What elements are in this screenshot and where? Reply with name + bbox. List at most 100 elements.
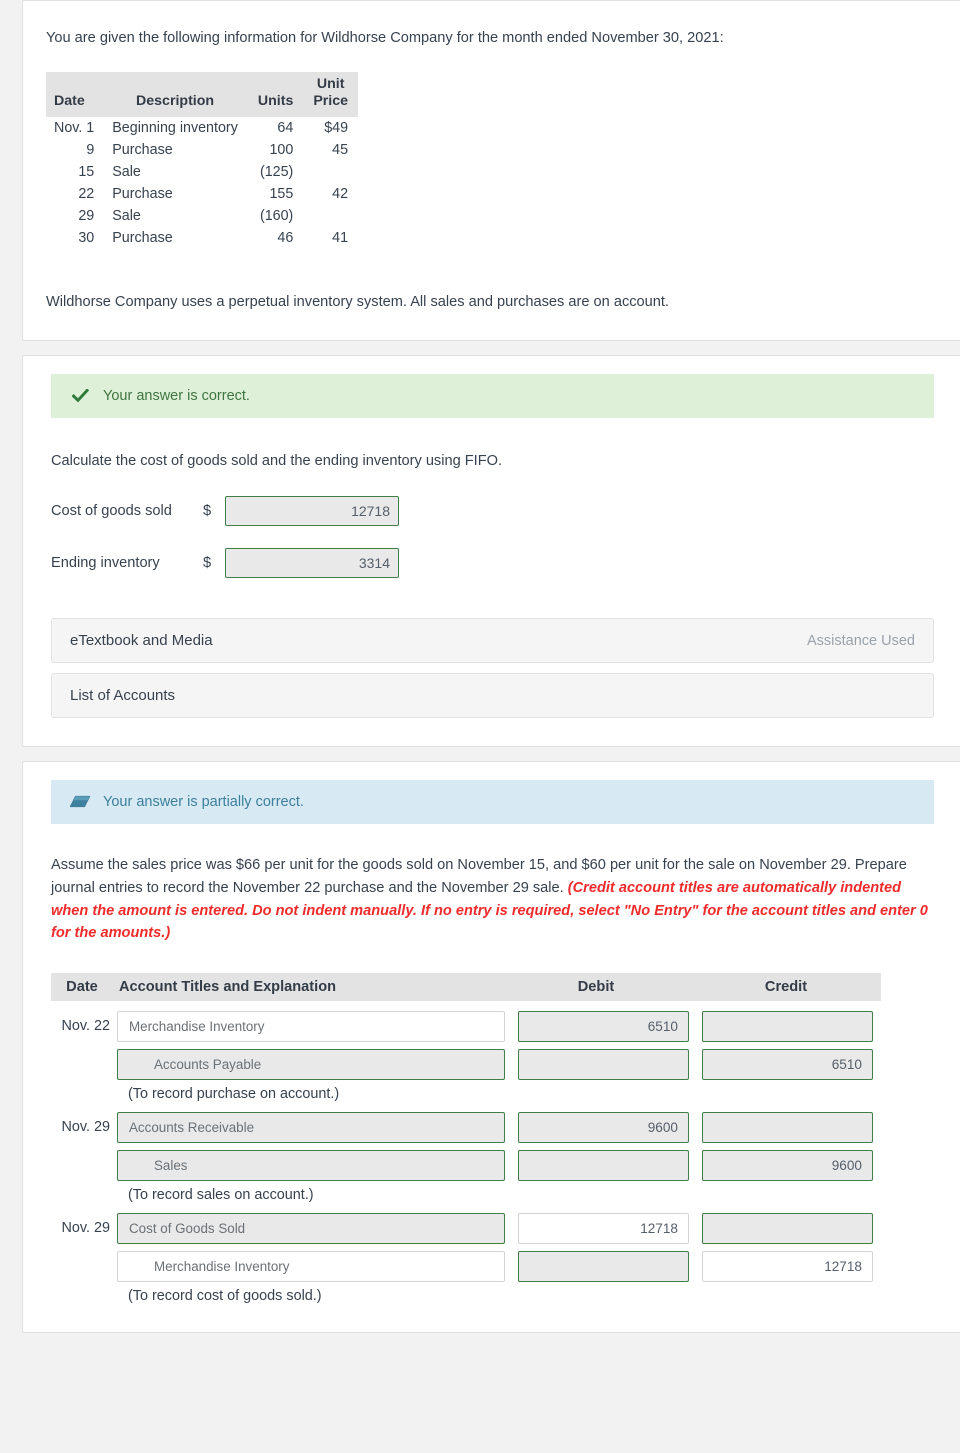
account-title-select[interactable]: Sales bbox=[117, 1149, 505, 1181]
inventory-cell-units: 64 bbox=[277, 120, 294, 137]
debit-input[interactable]: 9600 bbox=[518, 1111, 689, 1143]
credit-input[interactable]: 12718 bbox=[702, 1250, 873, 1282]
credit-value: 12718 bbox=[824, 1258, 862, 1274]
debit-input[interactable]: 6510 bbox=[518, 1010, 689, 1042]
credit-input[interactable] bbox=[702, 1111, 873, 1143]
account-title-value: Cost of Goods Sold bbox=[129, 1220, 246, 1236]
journal-explanation: (To record purchase on account.) bbox=[128, 1085, 340, 1102]
credit-value: 9600 bbox=[831, 1157, 862, 1173]
inventory-row: 15 Sale (125) bbox=[46, 161, 358, 183]
list-of-accounts-bar[interactable]: List of Accounts bbox=[51, 673, 934, 719]
accordion-label: List of Accounts bbox=[70, 687, 176, 705]
inventory-cell-description: Beginning inventory bbox=[112, 120, 238, 137]
accordion-label: eTextbook and Media bbox=[70, 632, 213, 650]
journal-col-header-account: Account Titles and Explanation bbox=[119, 978, 337, 995]
journal-row: Nov. 29 Accounts Receivable 9600 bbox=[51, 1111, 934, 1143]
journal-row: Accounts Payable 6510 bbox=[51, 1048, 934, 1080]
partial-banner: Your answer is partially correct. bbox=[51, 780, 934, 825]
journal-col-header-credit: Credit bbox=[764, 978, 808, 995]
partial-banner-text: Your answer is partially correct. bbox=[103, 794, 304, 811]
journal-entry-group: Nov. 29 Cost of Goods Sold 12718 Merchandis… bbox=[51, 1212, 934, 1304]
inventory-cell-price bbox=[303, 205, 358, 227]
inventory-cell-units: 155 bbox=[269, 186, 294, 203]
credit-input[interactable] bbox=[702, 1212, 873, 1244]
part-b-card: Your answer is partially correct. Assume… bbox=[22, 761, 960, 1333]
answer-label: Cost of goods sold bbox=[51, 503, 172, 520]
ending-inventory-input[interactable] bbox=[225, 548, 399, 579]
eraser-icon bbox=[69, 795, 91, 809]
inventory-table-head: Date Description Units Unit Price bbox=[46, 71, 359, 118]
part-b-instruction: Assume the sales price was $66 per unit … bbox=[51, 854, 934, 944]
inventory-row: Nov. 1 Beginning inventory 64 $49 bbox=[46, 117, 358, 139]
journal-entry-group: Nov. 29 Accounts Receivable 9600 Sales 9600 (… bbox=[51, 1111, 934, 1203]
part-b-body: Assume the sales price was $66 per unit … bbox=[23, 854, 960, 1331]
account-title-value: Sales bbox=[154, 1157, 188, 1173]
account-title-select[interactable]: Merchandise Inventory bbox=[117, 1250, 505, 1282]
journal-row: Merchandise Inventory 12718 bbox=[51, 1250, 934, 1282]
part-a-body: Calculate the cost of goods sold and the… bbox=[23, 450, 960, 747]
inventory-cell-date: 22 bbox=[78, 186, 95, 203]
journal-col-header-date: Date bbox=[66, 978, 98, 995]
part-a-card: Your answer is correct. Calculate the co… bbox=[22, 354, 960, 748]
part-a-accordions: eTextbook and Media Assistance Used List o… bbox=[51, 618, 934, 719]
inventory-cell-description: Purchase bbox=[112, 186, 173, 203]
col-header-unit-price-line2: Price bbox=[313, 93, 349, 110]
credit-input[interactable]: 6510 bbox=[702, 1048, 873, 1080]
inventory-cell-date: 29 bbox=[78, 208, 95, 225]
journal-rows: Nov. 22 Merchandise Inventory 6510 Accounts… bbox=[51, 1010, 934, 1304]
journal-explanation: (To record sales on account.) bbox=[128, 1186, 314, 1203]
inventory-cell-price: 42 bbox=[332, 186, 349, 203]
journal-row: Nov. 29 Cost of Goods Sold 12718 bbox=[51, 1212, 934, 1244]
journal-entry-group: Nov. 22 Merchandise Inventory 6510 Accounts… bbox=[51, 1010, 934, 1102]
cost-of-goods-sold-input[interactable] bbox=[225, 496, 399, 527]
inventory-cell-description: Sale bbox=[112, 164, 141, 181]
debit-value: 9600 bbox=[647, 1119, 678, 1135]
inventory-cell-description: Sale bbox=[112, 208, 141, 225]
answer-row: Cost of goods sold $ bbox=[51, 496, 934, 527]
problem-card: You are given the following information … bbox=[22, 0, 960, 341]
currency-symbol: $ bbox=[203, 555, 212, 572]
debit-input[interactable] bbox=[518, 1048, 689, 1080]
inventory-table: Date Description Units Unit Price Nov. 1… bbox=[46, 71, 359, 250]
account-title-select[interactable]: Accounts Payable bbox=[117, 1048, 505, 1080]
inventory-table-body: Nov. 1 Beginning inventory 64 $49 9 Purchase 1… bbox=[46, 117, 358, 249]
account-title-select[interactable]: Merchandise Inventory bbox=[117, 1010, 505, 1042]
account-title-select[interactable]: Cost of Goods Sold bbox=[117, 1212, 505, 1244]
etextbook-and-media-bar[interactable]: eTextbook and Media Assistance Used bbox=[51, 618, 934, 664]
accordion-status: Assistance Used bbox=[807, 632, 915, 649]
inventory-row: 30 Purchase 46 41 bbox=[46, 227, 358, 249]
answer-row: Ending inventory $ bbox=[51, 548, 934, 579]
problem-card-body: You are given the following information … bbox=[23, 1, 960, 340]
inventory-cell-date: 30 bbox=[78, 230, 95, 247]
debit-input[interactable] bbox=[518, 1149, 689, 1181]
journal-header-row: Date Account Titles and Explanation Debi… bbox=[51, 972, 881, 1001]
part-a-prompt: Calculate the cost of goods sold and the… bbox=[51, 452, 503, 469]
answer-label: Ending inventory bbox=[51, 555, 160, 572]
journal-date: Nov. 29 bbox=[61, 1220, 110, 1237]
journal-date: Nov. 22 bbox=[61, 1018, 110, 1035]
part-b-banner-wrap: Your answer is partially correct. bbox=[23, 762, 960, 825]
account-title-select[interactable]: Accounts Receivable bbox=[117, 1111, 505, 1143]
credit-input[interactable] bbox=[702, 1010, 873, 1042]
inventory-cell-price: 45 bbox=[332, 142, 349, 159]
part-a-fields: Cost of goods sold $ Ending inventory $ bbox=[51, 496, 934, 579]
inventory-cell-units: 100 bbox=[269, 142, 294, 159]
inventory-cell-price: 41 bbox=[332, 230, 349, 247]
inventory-header-row: Date Description Units Unit Price bbox=[46, 71, 359, 118]
col-header-unit-price-line1: Unit bbox=[316, 75, 345, 92]
inventory-cell-units: (125) bbox=[259, 164, 294, 181]
credit-input[interactable]: 9600 bbox=[702, 1149, 873, 1181]
journal-date: Nov. 29 bbox=[61, 1119, 110, 1136]
col-header-units: Units bbox=[247, 71, 304, 118]
inventory-cell-price bbox=[303, 161, 358, 183]
journal-col-header-debit: Debit bbox=[577, 978, 615, 995]
correct-banner-text: Your answer is correct. bbox=[103, 387, 250, 404]
journal-entry-table: Date Account Titles and Explanation Debi… bbox=[51, 972, 934, 1304]
inventory-row: 29 Sale (160) bbox=[46, 205, 358, 227]
debit-input[interactable]: 12718 bbox=[518, 1212, 689, 1244]
inventory-cell-units: 46 bbox=[277, 230, 294, 247]
part-a-banner-wrap: Your answer is correct. bbox=[23, 356, 960, 418]
inventory-cell-date: 15 bbox=[78, 164, 95, 181]
debit-input[interactable] bbox=[518, 1250, 689, 1282]
account-title-value: Accounts Receivable bbox=[129, 1119, 255, 1135]
